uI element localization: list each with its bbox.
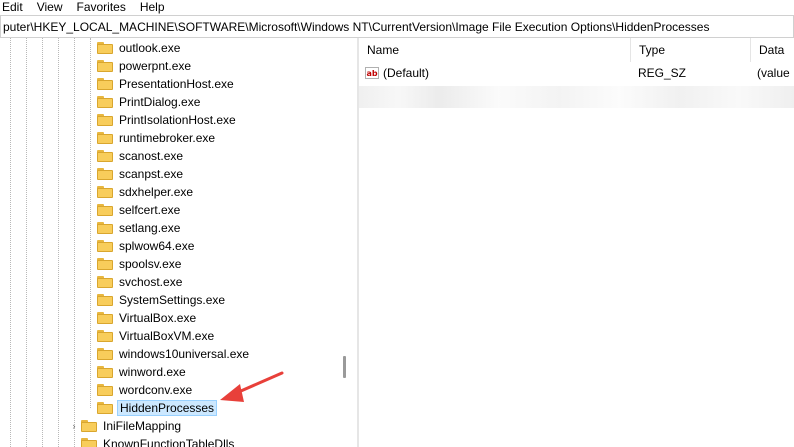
menu-view[interactable]: View — [37, 0, 71, 14]
folder-icon — [97, 258, 113, 270]
folder-icon — [97, 240, 113, 252]
value-row[interactable]: ab (Default) REG_SZ (value — [359, 64, 794, 82]
tree-item[interactable]: PrintDialog.exe — [97, 93, 202, 111]
tree-guide-line — [26, 38, 27, 447]
value-name: (Default) — [383, 66, 430, 80]
tree-item-label: KnownFunctionTableDlls — [103, 437, 235, 447]
tree-item-label: VirtualBox.exe — [119, 311, 197, 325]
tree-item[interactable]: powerpnt.exe — [97, 57, 193, 75]
column-header-name[interactable]: Name — [359, 38, 631, 62]
blurred-region — [359, 86, 794, 108]
tree-item-label: runtimebroker.exe — [119, 131, 216, 145]
tree-item-label: PrintIsolationHost.exe — [119, 113, 236, 127]
tree-item[interactable]: KnownFunctionTableDlls — [81, 435, 236, 447]
tree-guide-line — [74, 38, 75, 447]
tree-scrollbar-thumb[interactable] — [343, 356, 346, 378]
folder-icon — [97, 294, 113, 306]
folder-icon — [97, 312, 113, 324]
menu-favorites[interactable]: Favorites — [76, 0, 133, 14]
tree-guide-line — [10, 38, 11, 447]
column-header-type[interactable]: Type — [631, 38, 751, 62]
folder-icon — [97, 78, 113, 90]
tree-item-label: HiddenProcesses — [117, 400, 218, 416]
menu-help[interactable]: Help — [140, 0, 173, 14]
tree-item[interactable]: scanost.exe — [97, 147, 185, 165]
tree-guide-line — [42, 38, 43, 447]
tree-item-label: SystemSettings.exe — [119, 293, 226, 307]
key-tree-pane[interactable]: outlook.exe powerpnt.exe PresentationHos… — [0, 38, 357, 447]
tree-item-label: selfcert.exe — [119, 203, 181, 217]
tree-item-label: svchost.exe — [119, 275, 183, 289]
tree-item-hiddenprocesses[interactable]: HiddenProcesses — [97, 399, 218, 417]
folder-icon — [97, 384, 113, 396]
tree-item-label: splwow64.exe — [119, 239, 195, 253]
folder-icon — [97, 132, 113, 144]
tree-item[interactable]: scanpst.exe — [97, 165, 185, 183]
tree-item-label: windows10universal.exe — [119, 347, 250, 361]
tree-item-label: VirtualBoxVM.exe — [119, 329, 215, 343]
values-pane[interactable]: Name Type Data ab (Default) REG_SZ (valu… — [359, 38, 794, 447]
tree-item-label: powerpnt.exe — [119, 59, 192, 73]
tree-item-label: scanpst.exe — [119, 167, 184, 181]
tree-item-label: sdxhelper.exe — [119, 185, 194, 199]
folder-icon — [97, 96, 113, 108]
value-data: (value — [757, 66, 790, 80]
tree-guide-line — [90, 38, 91, 408]
folder-icon — [97, 348, 113, 360]
folder-icon — [97, 42, 113, 54]
folder-icon — [97, 330, 113, 342]
tree-item[interactable]: IniFileMapping — [81, 417, 183, 435]
tree-item[interactable]: selfcert.exe — [97, 201, 182, 219]
folder-icon — [97, 186, 113, 198]
tree-item-label: scanost.exe — [119, 149, 184, 163]
folder-icon — [97, 168, 113, 180]
tree-item[interactable]: PrintIsolationHost.exe — [97, 111, 238, 129]
tree-item[interactable]: wordconv.exe — [97, 381, 194, 399]
tree-item[interactable]: windows10universal.exe — [97, 345, 251, 363]
chevron-right-icon[interactable]: › — [70, 422, 78, 431]
folder-icon — [97, 114, 113, 126]
tree-guide-line — [58, 38, 59, 447]
menu-bar: Edit View Favorites Help — [0, 0, 794, 14]
folder-icon — [97, 402, 113, 414]
tree-item-label: PrintDialog.exe — [119, 95, 201, 109]
registry-editor-window: Edit View Favorites Help puter\HKEY_LOCA… — [0, 0, 794, 447]
address-path[interactable]: puter\HKEY_LOCAL_MACHINE\SOFTWARE\Micros… — [3, 20, 709, 34]
folder-icon — [97, 60, 113, 72]
tree-item-label: IniFileMapping — [103, 419, 182, 433]
address-bar[interactable]: puter\HKEY_LOCAL_MACHINE\SOFTWARE\Micros… — [0, 15, 794, 38]
menu-edit[interactable]: Edit — [2, 0, 31, 14]
tree-item[interactable]: runtimebroker.exe — [97, 129, 217, 147]
tree-item[interactable]: winword.exe — [97, 363, 188, 381]
tree-item[interactable]: VirtualBox.exe — [97, 309, 198, 327]
ab-string-icon: ab — [365, 67, 379, 79]
folder-icon — [81, 420, 97, 432]
tree-item[interactable]: outlook.exe — [97, 39, 182, 57]
tree-item[interactable]: sdxhelper.exe — [97, 183, 195, 201]
tree-item[interactable]: setlang.exe — [97, 219, 182, 237]
folder-icon — [97, 222, 113, 234]
folder-icon — [81, 438, 97, 447]
tree-item[interactable]: spoolsv.exe — [97, 255, 183, 273]
tree-item-label: PresentationHost.exe — [119, 77, 234, 91]
tree-item-label: winword.exe — [119, 365, 186, 379]
column-header-data[interactable]: Data — [751, 38, 794, 62]
tree-item[interactable]: svchost.exe — [97, 273, 184, 291]
tree-item-label: spoolsv.exe — [119, 257, 182, 271]
tree-item-label: setlang.exe — [119, 221, 181, 235]
folder-icon — [97, 366, 113, 378]
tree-item[interactable]: splwow64.exe — [97, 237, 196, 255]
tree-item[interactable]: SystemSettings.exe — [97, 291, 227, 309]
folder-icon — [97, 204, 113, 216]
value-type: REG_SZ — [638, 66, 687, 80]
tree-item-label: wordconv.exe — [119, 383, 193, 397]
folder-icon — [97, 150, 113, 162]
value-name-cell: ab (Default) — [365, 64, 429, 82]
tree-item-label: outlook.exe — [119, 41, 181, 55]
tree-item[interactable]: VirtualBoxVM.exe — [97, 327, 216, 345]
tree-item[interactable]: PresentationHost.exe — [97, 75, 236, 93]
folder-icon — [97, 276, 113, 288]
